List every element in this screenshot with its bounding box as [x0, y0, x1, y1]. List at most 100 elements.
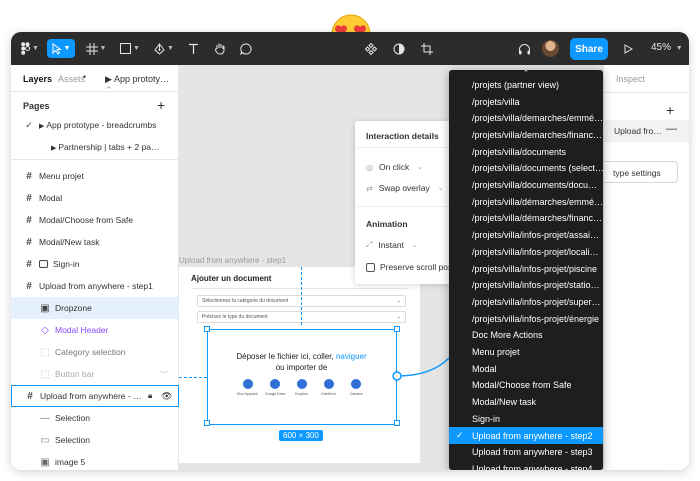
comment-tool-button[interactable]	[237, 39, 255, 58]
layer-item-sign-in[interactable]: # Sign-in	[11, 253, 179, 275]
browse-link[interactable]: naviguer	[336, 352, 367, 361]
preserve-scroll-label: Preserve scroll pos	[380, 262, 453, 272]
page-selector[interactable]: ▶ App prototy… ⌃	[105, 74, 179, 96]
menu-item[interactable]: /projets/villa/documents/docu…	[449, 177, 603, 194]
layer-item-modal-header[interactable]: ◇ Modal Header	[11, 319, 179, 341]
interaction-details-panel: Interaction details ◎ On click ⌄ ⇄ Swap …	[355, 121, 452, 284]
layer-item-upload-step1[interactable]: # Upload from anywhere - step1	[11, 275, 179, 297]
user-avatar[interactable]	[542, 40, 559, 57]
plus-icon: +	[157, 97, 166, 113]
tab-layers[interactable]: Layers	[23, 74, 52, 84]
layer-label: Modal/Choose from Safe	[39, 215, 134, 225]
menu-item[interactable]: Menu projet	[449, 344, 603, 361]
menu-item-label: Doc More Actions	[472, 330, 543, 341]
eye-icon[interactable]: 👁︎	[161, 391, 172, 402]
menu-item[interactable]: /projets/villa/infos-projet/super…	[449, 294, 603, 311]
add-page-button[interactable]: +	[157, 97, 165, 113]
resize-handle[interactable]	[394, 420, 400, 426]
menu-item[interactable]: /projets/villa/demarches/financ…	[449, 127, 603, 144]
menu-item[interactable]: /projets/villa/infos-projet/piscine	[449, 260, 603, 277]
action-select[interactable]: ⇄ Swap overlay ⌄	[366, 183, 444, 193]
share-button[interactable]: Share	[570, 38, 608, 60]
menu-item[interactable]: Modal/Choose from Safe	[449, 377, 603, 394]
device-service-icon[interactable]	[243, 379, 253, 389]
remove-interaction-icon[interactable]: —	[666, 123, 677, 135]
page-selector-label: App prototy…	[113, 74, 169, 84]
prototype-connection-arrow[interactable]	[391, 352, 453, 392]
menu-item[interactable]: /projets/villa/infos-projet/locali…	[449, 244, 603, 261]
page-item[interactable]: ▶ Partnership | tabs + 2 pa…	[11, 136, 179, 158]
layer-item-button-bar[interactable]: ⬚ Button bar ︶	[11, 363, 179, 385]
move-tool-button[interactable]: ▼	[47, 39, 75, 58]
menu-item[interactable]: Modal/New task	[449, 394, 603, 411]
present-button[interactable]	[621, 39, 635, 58]
zoom-control[interactable]: 45% ▼	[651, 42, 683, 53]
chevron-down-icon: ⌄	[396, 314, 401, 320]
hand-tool-button[interactable]	[211, 39, 229, 58]
type-settings-button[interactable]: type settings	[604, 161, 678, 183]
layer-item-menu-projet[interactable]: # Menu projet	[11, 165, 179, 187]
animation-select[interactable]: ⤢ Instant ⌄	[366, 240, 418, 250]
menu-item[interactable]: /projets/villa/démarches/emmé…	[449, 193, 603, 210]
trigger-select[interactable]: ◎ On click ⌄	[366, 162, 423, 172]
layer-item-upload-step2[interactable]: # Upload from anywhere - … 🔒︎ 👁︎	[11, 385, 179, 407]
layer-item-category-selection[interactable]: ⬚ Category selection	[11, 341, 179, 363]
layer-item-image-5[interactable]: ▣ image 5	[11, 451, 179, 470]
contrast-button[interactable]	[391, 39, 407, 58]
page-item[interactable]: ✓ ▶ App prototype - breadcrumbs	[11, 114, 179, 136]
panel-tabs: Layers Assets ● ▶ App prototy… ⌃	[11, 65, 179, 95]
resize-handle[interactable]	[204, 420, 210, 426]
menu-item[interactable]: /projets/villa/documents	[449, 143, 603, 160]
menu-item[interactable]: /projets (partner view)	[449, 77, 603, 94]
menu-item[interactable]: /projets/villa/demarches/emmé…	[449, 110, 603, 127]
cursor-arrow-icon	[52, 42, 62, 55]
menu-item[interactable]: /projets/villa/infos-projet/énergie	[449, 310, 603, 327]
menu-item[interactable]: /projets/villa/infos-projet/assai…	[449, 227, 603, 244]
menu-item[interactable]: Modal	[449, 360, 603, 377]
resize-handle[interactable]	[394, 326, 400, 332]
tab-inspect[interactable]: Inspect	[616, 74, 645, 84]
layer-item-modal[interactable]: # Modal	[11, 187, 179, 209]
menu-item[interactable]: /projets/villa	[449, 93, 603, 110]
resize-handle[interactable]	[204, 326, 210, 332]
layer-item-selection[interactable]: ▭ Selection	[11, 429, 179, 451]
divider	[355, 206, 451, 207]
menu-item[interactable]: ✓ Upload from anywhere - step2	[449, 427, 603, 444]
text-tool-button[interactable]	[185, 39, 201, 58]
layer-item-selection[interactable]: — Selection	[11, 407, 179, 429]
menu-item[interactable]: /projets/villa/démarches/financ…	[449, 210, 603, 227]
frame-name-label[interactable]: Upload from anywhere - step1	[179, 256, 286, 265]
onedrive-service-icon[interactable]	[324, 379, 334, 389]
tab-assets[interactable]: Assets	[58, 74, 85, 84]
preserve-scroll-checkbox[interactable]	[366, 262, 375, 272]
frame-tool-button[interactable]: ▼	[83, 39, 109, 58]
dropzone[interactable]: Déposer le fichier ici, coller, naviguer…	[207, 329, 397, 425]
layer-item-modal-new-task[interactable]: # Modal/New task	[11, 231, 179, 253]
pages-title: Pages	[23, 101, 50, 111]
hidden-eye-icon[interactable]: ︶	[159, 368, 168, 381]
menu-item[interactable]: /projets/villa/documents (select…	[449, 160, 603, 177]
menu-item[interactable]: Sign-in	[449, 411, 603, 428]
layer-label: Modal	[39, 193, 63, 203]
pen-tool-button[interactable]: ▼	[151, 39, 177, 58]
crop-button[interactable]	[419, 39, 435, 58]
google-drive-service-icon[interactable]	[270, 379, 280, 389]
frame-hash-icon: #	[26, 214, 32, 226]
layer-item-dropzone[interactable]: ▣ Dropzone	[11, 297, 179, 319]
lock-icon[interactable]: 🔒︎	[148, 391, 152, 401]
menu-item-label: /projets/villa/infos-projet/super…	[472, 296, 601, 307]
add-interaction-button[interactable]: +	[666, 102, 674, 118]
preserve-scroll-option[interactable]: Preserve scroll pos	[366, 262, 452, 272]
menu-item[interactable]: /projets/villa/infos-projet/statio…	[449, 277, 603, 294]
menu-item[interactable]: Upload from anywhere - step4	[449, 461, 603, 470]
layer-item-modal-choose-from-safe[interactable]: # Modal/Choose from Safe	[11, 209, 179, 231]
audio-button[interactable]	[515, 39, 533, 58]
camera-service-icon[interactable]	[351, 379, 361, 389]
menu-item[interactable]: Doc More Actions	[449, 327, 603, 344]
components-button[interactable]	[363, 39, 379, 58]
shape-tool-button[interactable]: ▼	[117, 39, 143, 58]
dropbox-service-icon[interactable]	[297, 379, 307, 389]
menu-item[interactable]: Upload from anywhere - step3	[449, 444, 603, 461]
main-menu-button[interactable]: ▼	[19, 39, 41, 58]
interaction-row[interactable]: Upload fro… —	[604, 120, 689, 142]
